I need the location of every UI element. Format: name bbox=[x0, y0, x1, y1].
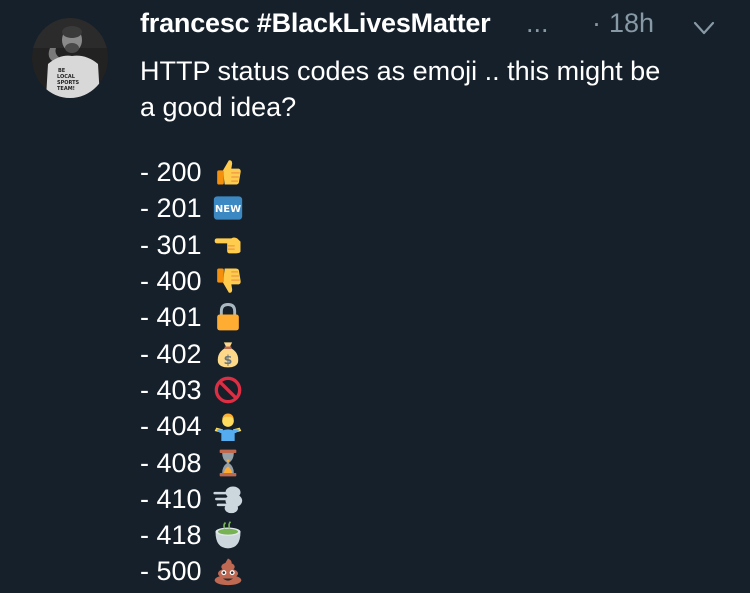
separator-dot: · bbox=[592, 8, 601, 38]
tweet: BE LOCAL SPORTS TEAM! francesc #BlackLiv… bbox=[0, 0, 750, 593]
list-item: - 400 bbox=[140, 263, 440, 299]
list-item: - 402 $ bbox=[140, 335, 440, 371]
person-shrugging-icon bbox=[213, 411, 243, 442]
timestamp[interactable]: 18h bbox=[609, 8, 654, 39]
status-code: - 404 bbox=[140, 411, 202, 442]
list-item: - 403 bbox=[140, 372, 440, 408]
svg-text:$: $ bbox=[224, 352, 233, 367]
status-code: - 400 bbox=[140, 266, 202, 297]
name-ellipsis: ... bbox=[526, 8, 549, 38]
list-item: - 408 bbox=[140, 444, 440, 480]
money-bag-icon: $ bbox=[213, 339, 243, 369]
status-code: - 401 bbox=[140, 302, 202, 333]
hourglass-icon bbox=[213, 448, 243, 478]
list-item: - 401 bbox=[140, 299, 440, 335]
teacup-icon bbox=[213, 520, 243, 550]
display-name[interactable]: francesc #BlackLivesMatter bbox=[140, 8, 491, 39]
status-code: - 410 bbox=[140, 483, 202, 514]
svg-text:NEW: NEW bbox=[215, 205, 241, 216]
thumbs-down-icon bbox=[213, 266, 243, 296]
pointing-left-icon bbox=[213, 230, 243, 260]
pile-of-poo-icon bbox=[213, 556, 243, 586]
chevron-down-icon[interactable] bbox=[692, 16, 716, 40]
status-code: - 408 bbox=[140, 447, 202, 478]
new-button-icon: NEW bbox=[213, 193, 243, 223]
status-code: - 301 bbox=[140, 229, 202, 260]
status-code: - 403 bbox=[140, 374, 202, 405]
list-item: - 410 bbox=[140, 481, 440, 517]
thumbs-up-icon bbox=[213, 157, 243, 187]
lock-icon bbox=[213, 302, 243, 332]
prohibited-icon bbox=[213, 375, 243, 405]
tweet-text-line: HTTP status codes as emoji .. this might… bbox=[140, 56, 661, 86]
list-item: - 404 bbox=[140, 408, 440, 444]
list-item: - 301 bbox=[140, 227, 440, 263]
status-code-list: - 200 - 201 NEW - 301 - 400 - 401 - 402 … bbox=[140, 154, 440, 590]
list-item: - 200 bbox=[140, 154, 440, 190]
tweet-header: francesc #BlackLivesMatter ... · 18h bbox=[140, 6, 730, 46]
status-code: - 402 bbox=[140, 338, 202, 369]
avatar[interactable]: BE LOCAL SPORTS TEAM! bbox=[32, 18, 108, 98]
list-item: - 201 NEW bbox=[140, 190, 440, 226]
status-code: - 500 bbox=[140, 556, 202, 587]
tweet-text: HTTP status codes as emoji .. this might… bbox=[140, 53, 730, 125]
list-item: - 500 bbox=[140, 553, 440, 589]
status-code: - 418 bbox=[140, 520, 202, 551]
svg-text:TEAM!: TEAM! bbox=[57, 86, 75, 92]
tweet-text-line: a good idea? bbox=[140, 92, 297, 122]
status-code: - 200 bbox=[140, 157, 202, 188]
status-code: - 201 bbox=[140, 193, 202, 224]
list-item: - 418 bbox=[140, 517, 440, 553]
dashing-away-icon bbox=[213, 484, 243, 514]
